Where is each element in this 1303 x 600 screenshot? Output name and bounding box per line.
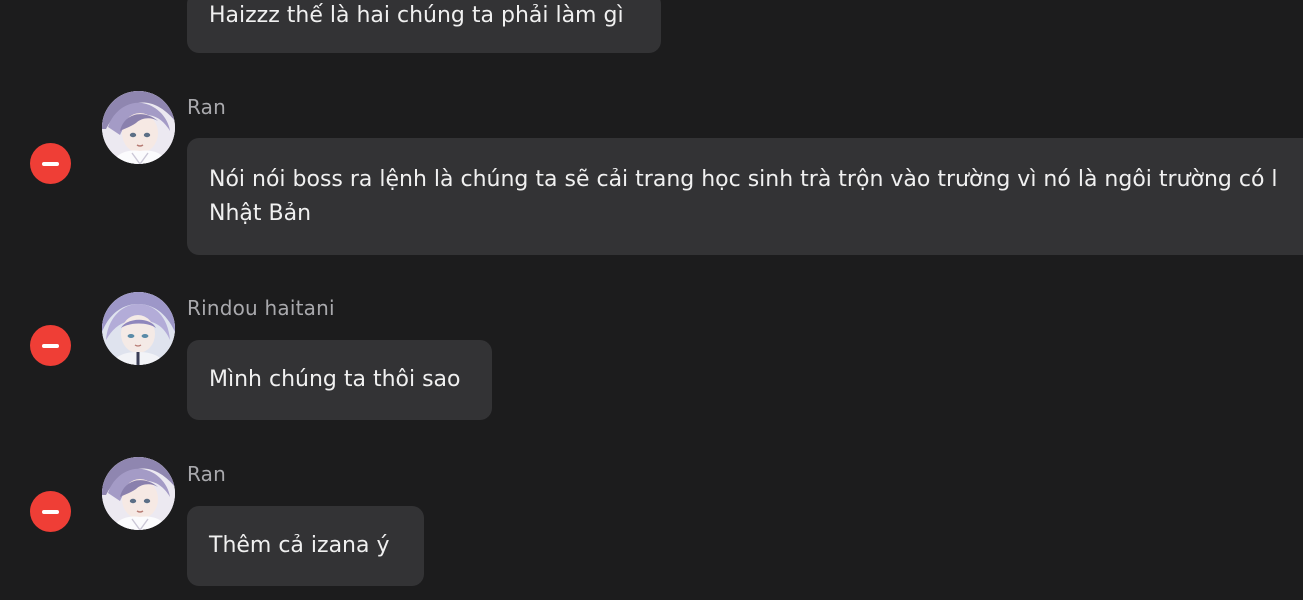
message-bubble: Thêm cả izana ý [187,506,424,586]
chat-thread: Haizzz thế là hai chúng ta phải làm gì R… [0,0,1303,600]
message-bubble: Haizzz thế là hai chúng ta phải làm gì [187,0,661,53]
avatar[interactable] [102,91,175,164]
ran-avatar-icon [102,457,175,530]
ran-avatar-icon [102,91,175,164]
rindou-avatar-icon [102,292,175,365]
avatar[interactable] [102,292,175,365]
minus-icon [42,509,59,514]
sender-name: Ran [187,95,226,119]
remove-message-button[interactable] [30,143,71,184]
remove-message-button[interactable] [30,325,71,366]
message-bubble: Mình chúng ta thôi sao [187,340,492,420]
sender-name: Ran [187,462,226,486]
sender-name: Rindou haitani [187,296,335,320]
avatar[interactable] [102,457,175,530]
message-bubble: Nói nói boss ra lệnh là chúng ta sẽ cải … [187,138,1303,255]
minus-icon [42,161,59,166]
minus-icon [42,343,59,348]
remove-message-button[interactable] [30,491,71,532]
